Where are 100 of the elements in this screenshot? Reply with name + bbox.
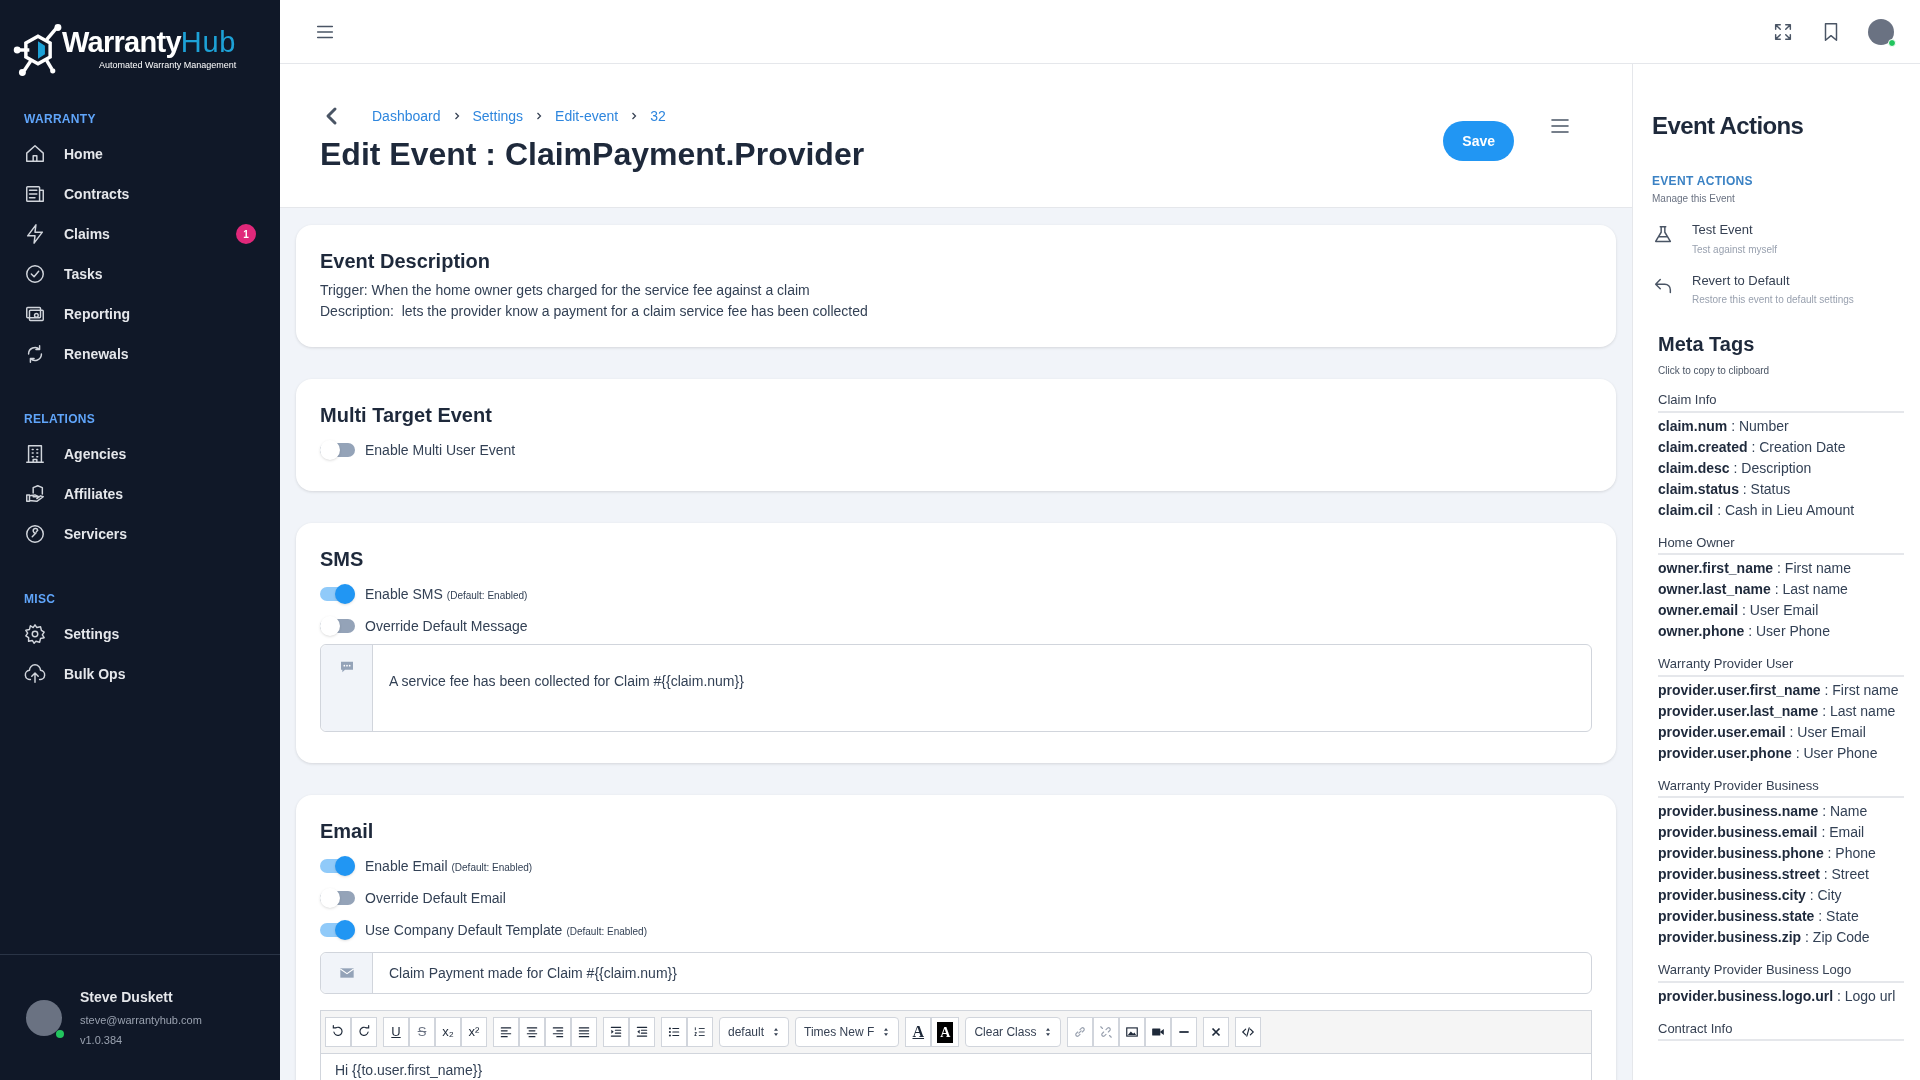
section-heading: RELATIONS	[23, 411, 97, 428]
logo-icon	[12, 24, 64, 76]
toggle-switch[interactable]	[320, 891, 355, 905]
cloud-upload-icon	[24, 663, 46, 685]
link-icon	[1073, 1025, 1088, 1039]
group-heading: Home Owner	[1658, 532, 1904, 555]
numbered-list-icon	[693, 1025, 707, 1039]
meta-tag[interactable]: claim.status : Status	[1658, 478, 1904, 500]
indent-icon	[609, 1025, 623, 1039]
format-button[interactable]: U	[383, 1017, 409, 1047]
sidebar-item[interactable]: Tasks	[12, 254, 268, 294]
meta-tag[interactable]: provider.user.first_name : First name	[1658, 679, 1904, 701]
version-text: v1.0.384	[80, 1033, 124, 1048]
breadcrumb-link[interactable]: Edit-event	[555, 105, 619, 127]
card-title: Multi Target Event	[320, 403, 493, 428]
meta-tag[interactable]: provider.business.street : Street	[1658, 864, 1904, 885]
toolbar-button[interactable]	[629, 1017, 655, 1047]
default-note: (Default: Enabled)	[446, 588, 528, 603]
toggle-switch[interactable]	[320, 859, 355, 873]
message-field[interactable]: A service fee has been collected for Claim #{{claim.num}}	[320, 644, 1592, 732]
outdent-icon	[635, 1025, 649, 1039]
card-title: Email	[320, 819, 375, 844]
toolbar-button[interactable]	[493, 1017, 519, 1047]
meta-tag[interactable]: provider.business.email : Email	[1658, 822, 1904, 843]
sidebar-item[interactable]: Renewals	[12, 334, 268, 374]
toolbar-button[interactable]	[519, 1017, 545, 1047]
hand-house-icon	[24, 483, 46, 505]
section-heading: WARRANTY	[23, 111, 97, 128]
toggle-switch[interactable]	[320, 587, 355, 601]
format-button[interactable]: S	[409, 1017, 435, 1047]
sidebar-item[interactable]: Affiliates	[12, 474, 268, 514]
meta-tag[interactable]: provider.business.name : Name	[1658, 801, 1904, 822]
toggle-switch[interactable]	[320, 443, 355, 457]
toolbar-button[interactable]	[571, 1017, 597, 1047]
align-right-icon	[551, 1025, 565, 1039]
format-button[interactable]: x₂	[435, 1017, 461, 1047]
meta-tag[interactable]: claim.desc : Description	[1658, 457, 1904, 479]
breadcrumb-link[interactable]: Dashboard	[372, 105, 441, 127]
meta-tag[interactable]: owner.email : User Email	[1658, 600, 1904, 621]
toggle-switch[interactable]	[320, 619, 355, 633]
editor-body[interactable]: Hi {{to.user.first_name}}	[320, 1054, 1592, 1080]
format-button[interactable]: x²	[461, 1017, 487, 1047]
sidebar-item[interactable]: Settings	[12, 614, 268, 654]
sidebar-item[interactable]: Servicers	[12, 514, 268, 554]
toggle-label: Enable SMS	[365, 584, 443, 604]
toolbar-button[interactable]	[545, 1017, 571, 1047]
toolbar-button[interactable]	[351, 1017, 377, 1047]
align-center-icon	[525, 1025, 539, 1039]
meta-tag[interactable]: claim.cil : Cash in Lieu Amount	[1658, 499, 1904, 521]
toggle-label: Override Default Message	[365, 616, 528, 636]
chat-icon	[338, 659, 355, 675]
unlink-icon	[1099, 1025, 1114, 1039]
settings-icon	[24, 623, 46, 645]
avatar[interactable]	[1868, 18, 1894, 45]
meta-tag[interactable]: provider.business.phone : Phone	[1658, 843, 1904, 864]
meta-tag[interactable]: claim.created : Creation Date	[1658, 436, 1904, 458]
group-heading: Warranty Provider Business Logo	[1658, 960, 1904, 983]
meta-title: Meta Tags	[1658, 332, 1756, 357]
toggle-label: Enable Multi User Event	[365, 440, 516, 460]
meta-tag[interactable]: provider.business.state : State	[1658, 906, 1904, 927]
format-button[interactable]: A	[905, 1017, 932, 1047]
sidebar-item[interactable]: Claims 1	[12, 214, 268, 254]
action-item[interactable]: Revert to Default Restore this event to default settings	[1652, 270, 1904, 307]
sidebar-item[interactable]: Bulk Ops	[12, 654, 268, 694]
toolbar-button[interactable]	[1119, 1017, 1146, 1047]
sidebar-item[interactable]: Contracts	[12, 174, 268, 214]
meta-tag[interactable]: provider.business.zip : Zip Code	[1658, 927, 1904, 948]
toolbar-button[interactable]	[1145, 1017, 1172, 1047]
meta-tag[interactable]: provider.user.email : User Email	[1658, 721, 1904, 743]
meta-tag[interactable]: claim.num : Number	[1658, 415, 1904, 437]
toolbar-button[interactable]	[603, 1017, 629, 1047]
toggle-switch[interactable]	[320, 923, 355, 937]
document-icon	[24, 183, 46, 205]
toolbar-button[interactable]	[325, 1017, 351, 1047]
meta-tag[interactable]: owner.phone : User Phone	[1658, 621, 1904, 642]
format-select[interactable]: Clear Class	[965, 1017, 1062, 1047]
meta-tag[interactable]: provider.business.logo.url : Logo url	[1658, 985, 1904, 1007]
toolbar-button[interactable]	[1235, 1017, 1262, 1047]
format-select[interactable]: Times New F	[795, 1017, 900, 1047]
undo-icon	[331, 1025, 345, 1039]
lightning-icon	[24, 223, 46, 245]
default-note: (Default: Enabled)	[451, 860, 533, 875]
meta-tag[interactable]: provider.user.last_name : Last name	[1658, 700, 1904, 722]
toolbar-button[interactable]	[661, 1017, 687, 1047]
sidebar-item[interactable]: Home	[12, 134, 268, 174]
subject-field[interactable]: Claim Payment made for Claim #{{claim.num}}	[320, 952, 1592, 994]
sidebar-item[interactable]: Reporting	[12, 294, 268, 334]
meta-tag[interactable]: owner.last_name : Last name	[1658, 579, 1904, 600]
updown-caret-icon	[882, 1026, 891, 1038]
meta-tag[interactable]: provider.user.phone : User Phone	[1658, 742, 1904, 764]
meta-tag[interactable]: provider.business.city : City	[1658, 885, 1904, 906]
format-select[interactable]: default	[719, 1017, 790, 1047]
code-icon	[1241, 1025, 1256, 1039]
breadcrumb-link[interactable]: Settings	[472, 105, 524, 127]
meta-tag[interactable]: owner.first_name : First name	[1658, 558, 1904, 579]
section-heading: MISC	[23, 591, 57, 608]
sidebar-item[interactable]: Agencies	[12, 434, 268, 474]
breadcrumb-link[interactable]: 32	[650, 105, 666, 127]
format-button[interactable]: A	[931, 1017, 960, 1047]
action-item[interactable]: Test Event Test against myself	[1652, 220, 1904, 257]
